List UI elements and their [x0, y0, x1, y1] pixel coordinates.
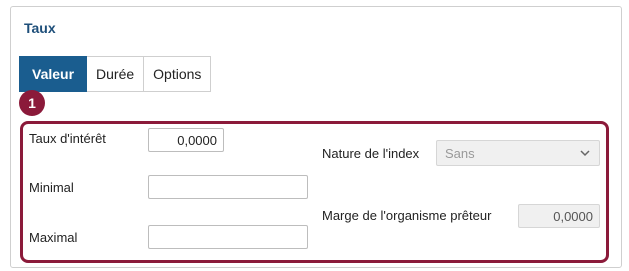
- callout-badge: 1: [19, 90, 45, 116]
- minimal-label: Minimal: [29, 180, 74, 195]
- nature-index-value: Sans: [445, 145, 475, 161]
- marge-label: Marge de l'organisme prêteur: [322, 208, 492, 223]
- chevron-down-icon: [580, 150, 590, 157]
- maximal-label: Maximal: [29, 230, 78, 245]
- tab-valeur[interactable]: Valeur: [19, 56, 88, 92]
- section-title: Taux: [24, 20, 56, 36]
- taux-interet-label: Taux d'intérêt: [29, 131, 106, 146]
- tab-bar: Valeur Durée Options: [19, 56, 212, 92]
- nature-index-label: Nature de l'index: [322, 146, 420, 161]
- maximal-input[interactable]: [148, 225, 308, 249]
- minimal-input[interactable]: [148, 175, 308, 199]
- nature-index-select[interactable]: Sans: [436, 140, 600, 166]
- taux-interet-input[interactable]: [148, 128, 224, 152]
- marge-input[interactable]: [518, 204, 600, 228]
- tab-options[interactable]: Options: [144, 56, 212, 92]
- tab-duree[interactable]: Durée: [87, 56, 145, 92]
